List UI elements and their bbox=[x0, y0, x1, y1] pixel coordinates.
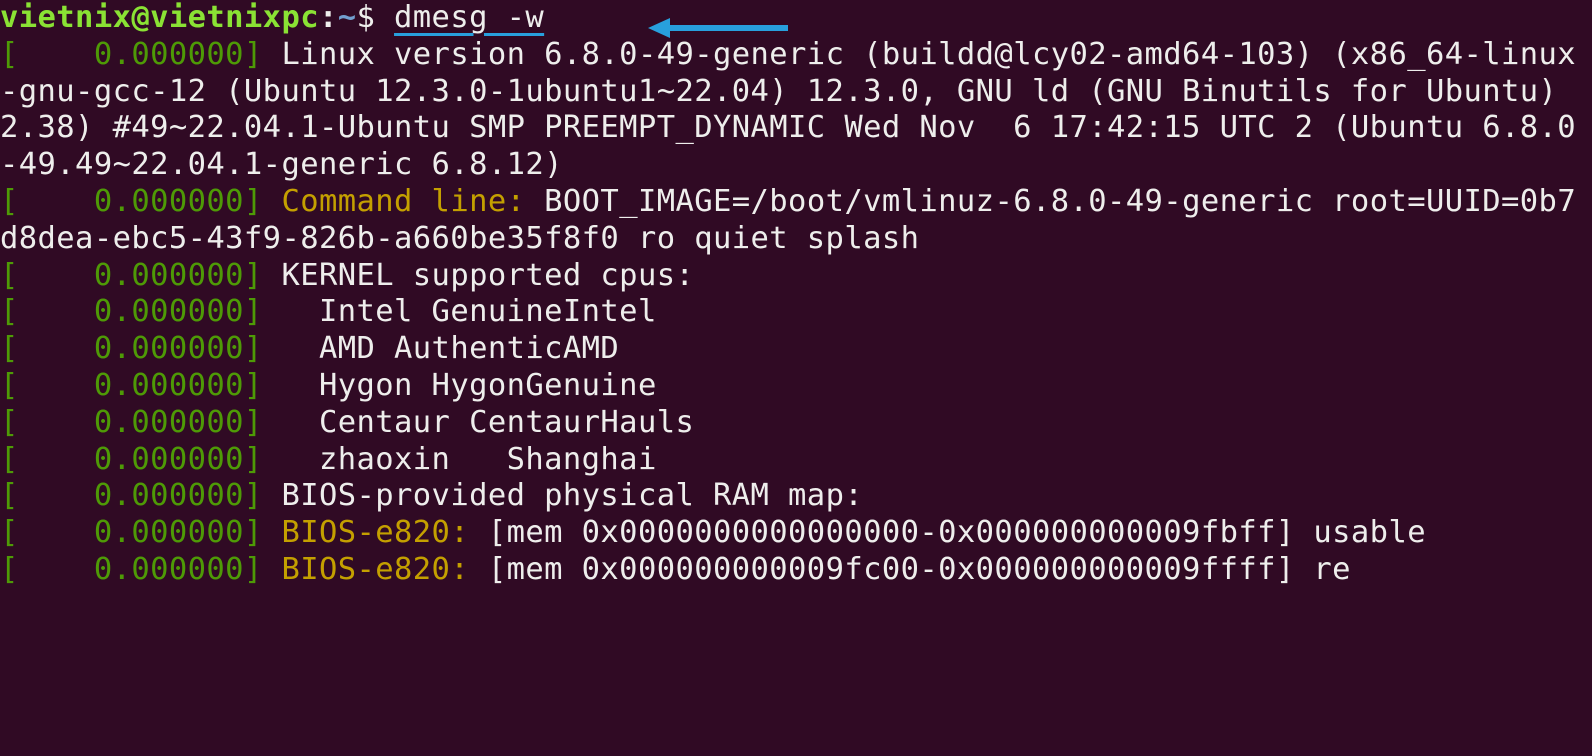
prompt-user: vietnix@vietnixpc bbox=[0, 0, 319, 35]
log-line: [ 0.000000] Centaur CentaurHauls bbox=[0, 405, 694, 440]
log-text: BIOS-provided physical RAM map: bbox=[281, 478, 863, 513]
prompt-colon: : bbox=[319, 0, 338, 35]
log-line: [ 0.000000] Command line: BOOT_IMAGE=/bo… bbox=[0, 184, 1576, 256]
log-text: Centaur CentaurHauls bbox=[281, 405, 694, 440]
log-line: [ 0.000000] BIOS-e820: [mem 0x0000000000… bbox=[0, 515, 1426, 550]
prompt-path: ~ bbox=[338, 0, 357, 35]
log-text: Hygon HygonGenuine bbox=[281, 368, 656, 403]
log-label: Command line: bbox=[281, 184, 544, 219]
log-line: [ 0.000000] Linux version 6.8.0-49-gener… bbox=[0, 37, 1576, 182]
log-line: [ 0.000000] AMD AuthenticAMD bbox=[0, 331, 619, 366]
log-label: BIOS-e820: bbox=[281, 552, 487, 587]
log-text: [mem 0x0000000000000000-0x000000000009fb… bbox=[488, 515, 1426, 550]
log-label: BIOS-e820: bbox=[281, 515, 487, 550]
log-line: [ 0.000000] BIOS-provided physical RAM m… bbox=[0, 478, 863, 513]
log-text: [mem 0x000000000009fc00-0x000000000009ff… bbox=[488, 552, 1351, 587]
log-line: [ 0.000000] Intel GenuineIntel bbox=[0, 294, 657, 329]
arrow-annotation-icon bbox=[648, 16, 788, 40]
prompt-dollar: $ bbox=[357, 0, 395, 35]
timestamp: [ 0.000000] bbox=[0, 515, 281, 550]
timestamp: [ 0.000000] bbox=[0, 294, 281, 329]
log-text: AMD AuthenticAMD bbox=[281, 331, 619, 366]
timestamp: [ 0.000000] bbox=[0, 405, 281, 440]
timestamp: [ 0.000000] bbox=[0, 37, 281, 72]
log-line: [ 0.000000] zhaoxin Shanghai bbox=[0, 442, 657, 477]
timestamp: [ 0.000000] bbox=[0, 184, 281, 219]
command-text: dmesg -w bbox=[394, 0, 544, 35]
log-line: [ 0.000000] KERNEL supported cpus: bbox=[0, 258, 694, 293]
terminal-output[interactable]: vietnix@vietnixpc:~$ dmesg -w[ 0.000000]… bbox=[0, 0, 1592, 589]
timestamp: [ 0.000000] bbox=[0, 258, 281, 293]
log-text: zhaoxin Shanghai bbox=[281, 442, 656, 477]
log-line: [ 0.000000] BIOS-e820: [mem 0x0000000000… bbox=[0, 552, 1351, 587]
timestamp: [ 0.000000] bbox=[0, 552, 281, 587]
timestamp: [ 0.000000] bbox=[0, 442, 281, 477]
log-text: KERNEL supported cpus: bbox=[281, 258, 694, 293]
prompt-line: vietnix@vietnixpc:~$ dmesg -w bbox=[0, 0, 1592, 37]
timestamp: [ 0.000000] bbox=[0, 331, 281, 366]
log-text: Intel GenuineIntel bbox=[281, 294, 656, 329]
timestamp: [ 0.000000] bbox=[0, 478, 281, 513]
timestamp: [ 0.000000] bbox=[0, 368, 281, 403]
log-line: [ 0.000000] Hygon HygonGenuine bbox=[0, 368, 657, 403]
